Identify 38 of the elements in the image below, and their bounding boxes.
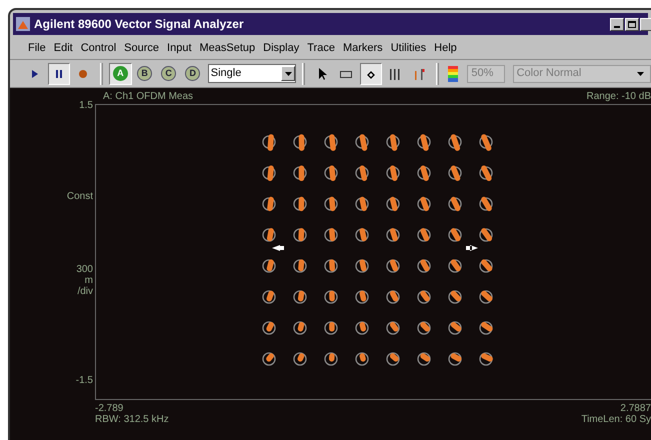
trace-title: A: Ch1 OFDM Meas xyxy=(103,90,194,104)
axis-label: 1.5 xyxy=(79,100,93,111)
scale-label: 300 xyxy=(76,264,93,275)
scale-label: m xyxy=(84,275,93,286)
trace-button[interactable]: B xyxy=(134,62,156,84)
axis-label: -2.789 xyxy=(95,403,124,414)
caret-icon xyxy=(636,72,644,76)
window-title: Agilent 89600 Vector Signal Analyzer xyxy=(34,16,244,33)
minimize-button[interactable] xyxy=(610,18,624,30)
bars-icon xyxy=(388,66,402,80)
diamond-tool[interactable] xyxy=(360,62,382,84)
menu-item[interactable]: File xyxy=(28,40,46,57)
pause-button[interactable] xyxy=(48,62,70,84)
format-label: Const xyxy=(66,191,93,202)
scale-label: /div xyxy=(77,286,93,297)
menu-item[interactable]: Edit xyxy=(54,40,73,57)
menu-item[interactable]: Display xyxy=(263,40,300,57)
trace-button[interactable]: D xyxy=(182,62,204,84)
trace-button[interactable]: A xyxy=(109,62,132,84)
menu-item[interactable]: Utilities xyxy=(390,40,426,57)
axis-label: -1.5 xyxy=(76,375,93,386)
menu-item[interactable]: Control xyxy=(80,40,116,57)
app-icon xyxy=(16,17,30,31)
menu-item[interactable]: Markers xyxy=(342,40,383,57)
close-button[interactable] xyxy=(640,18,651,30)
menu-item[interactable]: Input xyxy=(167,40,192,57)
menu-item[interactable]: MeasSetup xyxy=(200,40,256,57)
menu-item[interactable]: Source xyxy=(124,40,160,57)
range-label: Range: -10 dB xyxy=(586,90,651,104)
menu-item[interactable]: Help xyxy=(434,40,457,57)
menu-item[interactable]: Trace xyxy=(307,40,335,57)
trace-button[interactable]: C xyxy=(158,62,180,84)
axis-label: 2.7887 xyxy=(620,403,651,414)
time-length-label: TimeLen: 60 Sy xyxy=(581,414,651,425)
rbw-label: RBW: 312.5 kHz xyxy=(95,414,169,425)
maximize-button[interactable] xyxy=(625,18,639,30)
mode-dropdown[interactable]: Single xyxy=(208,64,296,83)
caret-icon xyxy=(284,72,292,76)
